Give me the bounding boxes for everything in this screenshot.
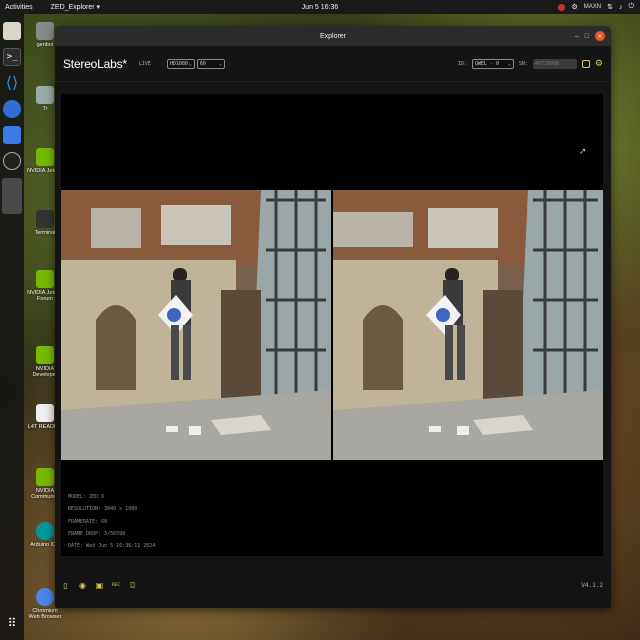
minimize-icon[interactable]: – [575, 33, 579, 40]
camera-icon[interactable]: ⌼ [128, 581, 137, 590]
nvidia-icon [36, 468, 54, 486]
info-frame-drop: FRAME DROP: 3/56598 [68, 530, 126, 537]
mouse-cursor-icon: ➚ [579, 146, 587, 156]
vscode-icon[interactable]: ⟨⟩ [3, 74, 21, 92]
top-bar: Activities ZED_Explorer ▾ Jun 5 16:36 ⚙ … [0, 0, 640, 14]
gear-icon[interactable]: ⚙ [571, 3, 577, 11]
document-icon [36, 404, 54, 422]
broadcast-icon[interactable]: ◉ [78, 581, 87, 590]
version-label: V4.1.2 [581, 581, 603, 589]
volume-icon[interactable]: ♪ [619, 4, 623, 11]
camera-view-icon[interactable] [581, 59, 590, 68]
nvidia-icon [36, 346, 54, 364]
chevron-down-icon: ⌄ [507, 60, 511, 67]
explorer-window: Explorer – □ ✕ StereoLabs* LIVE HD1080 ⌄ … [55, 26, 611, 608]
camera-id-select[interactable]: QWEL - 0 ⌄ [471, 58, 514, 69]
info-resolution: RESOLUTION: 3840 x 1080 [68, 506, 138, 513]
terminal-icon [36, 210, 54, 228]
activities-button[interactable]: Activities [5, 4, 33, 11]
screenshot-icon[interactable] [3, 126, 21, 144]
window-titlebar[interactable]: Explorer – □ ✕ [55, 26, 611, 46]
show-apps-icon[interactable]: ⠿ [8, 616, 17, 630]
chromium-icon[interactable] [3, 100, 21, 118]
settings-gear-icon[interactable]: ⚙ [595, 59, 603, 68]
arduino-icon [36, 522, 54, 540]
stereolabs-logo: StereoLabs* [63, 56, 127, 71]
app-menu[interactable]: ZED_Explorer ▾ [51, 3, 100, 11]
network-icon[interactable]: ⇅ [607, 3, 613, 11]
info-model: MODEL: ZED X [68, 494, 105, 500]
clock[interactable]: Jun 5 16:36 [302, 4, 339, 11]
files-icon[interactable] [3, 22, 21, 40]
close-icon[interactable]: ✕ [595, 31, 605, 41]
system-tray[interactable]: ⚙ MAXN ⇅ ♪ ⏻ [558, 3, 634, 11]
chevron-down-icon: ⌄ [218, 60, 222, 67]
video-viewer[interactable]: ➚ MODEL: ZED X RESOLUTION: 3840 x 1080 F… [61, 94, 603, 556]
obs-icon[interactable] [3, 152, 21, 170]
app-toolbar: StereoLabs* LIVE HD1080 ⌄ 60 ⌄ ID: QWEL - … [55, 46, 611, 82]
right-camera-feed [333, 190, 603, 460]
live-status: LIVE [138, 60, 151, 67]
trash-icon [36, 86, 54, 104]
serial-number-field[interactable]: 40729998 [532, 58, 577, 69]
fps-select[interactable]: 60 ⌄ [196, 58, 225, 69]
power-icon[interactable]: ⏻ [628, 3, 634, 11]
camera-info-panel: MODEL: ZED X RESOLUTION: 3840 x 1080 FRA… [68, 491, 155, 552]
bottom-toolbar: ▯ ◉ ▣ REC ⌼ V4.1.2 [55, 562, 611, 608]
info-framerate: FRAMERATE: 60 [68, 518, 108, 525]
home-folder-icon [36, 22, 54, 40]
active-app-icon[interactable] [2, 178, 22, 214]
terminal-icon[interactable]: >_ [3, 48, 21, 66]
id-label: ID: [457, 60, 467, 67]
chromium-icon [36, 588, 54, 606]
file-icon[interactable]: ▯ [61, 581, 70, 590]
maximize-icon[interactable]: □ [585, 33, 589, 40]
power-mode-label[interactable]: MAXN [584, 4, 601, 10]
info-date: DATE: Wed Jun 5 16:36:11 2024 [68, 543, 156, 550]
svo-icon[interactable]: ▣ [95, 581, 104, 590]
nvidia-icon [36, 148, 54, 166]
resolution-select[interactable]: HD1080 ⌄ [166, 58, 195, 69]
dock: >_ ⟨⟩ ⠿ [0, 14, 24, 640]
chevron-down-icon: ⌄ [188, 60, 192, 67]
sn-label: SN: [518, 60, 528, 67]
nvidia-icon [36, 270, 54, 288]
left-camera-feed [61, 190, 331, 460]
record-button[interactable]: REC [112, 583, 120, 588]
window-title: Explorer [319, 32, 347, 40]
record-indicator-icon[interactable] [558, 3, 566, 11]
